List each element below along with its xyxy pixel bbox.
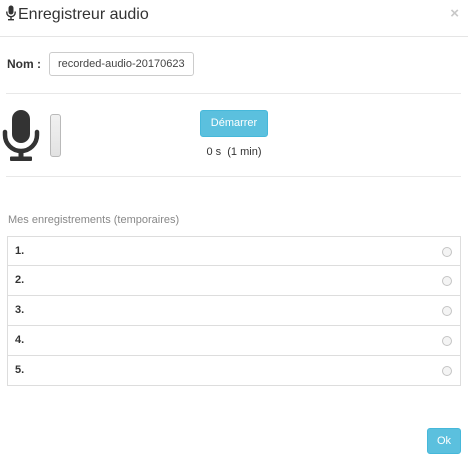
recording-radio[interactable] [442,336,452,346]
recording-number: 2. [15,274,25,286]
list-item[interactable]: 3. [7,296,461,326]
ok-button[interactable]: Ok [427,428,461,454]
dialog-header: Enregistreur audio × [0,0,468,37]
dialog-title-wrap: Enregistreur audio [6,4,149,26]
name-row: Nom : [7,52,194,76]
recording-radio[interactable] [442,366,452,376]
microphone-icon [2,109,40,168]
recording-radio[interactable] [442,306,452,316]
recording-number: 1. [15,245,25,257]
recording-radio[interactable] [442,276,452,286]
close-button[interactable]: × [450,5,459,23]
list-item[interactable]: 4. [7,326,461,356]
recording-number: 4. [15,334,25,346]
list-item[interactable]: 5. [7,356,461,386]
recordings-heading: Mes enregistrements (temporaires) [8,214,180,226]
name-label: Nom : [7,57,41,71]
dialog-title: Enregistreur audio [18,6,149,23]
list-item[interactable]: 2. [7,266,461,296]
audio-level-meter [50,114,61,157]
recording-number: 3. [15,304,25,316]
recording-radio[interactable] [442,247,452,257]
microphone-icon [6,5,16,26]
name-input[interactable] [49,52,194,76]
list-item[interactable]: 1. [7,236,461,266]
recordings-list: 1. 2. 3. 4. 5. [7,236,461,386]
start-button[interactable]: Démarrer [200,110,268,137]
divider [6,93,461,94]
recording-time: 0 s (1 min) [206,146,262,158]
recording-number: 5. [15,364,25,376]
divider [6,176,461,177]
